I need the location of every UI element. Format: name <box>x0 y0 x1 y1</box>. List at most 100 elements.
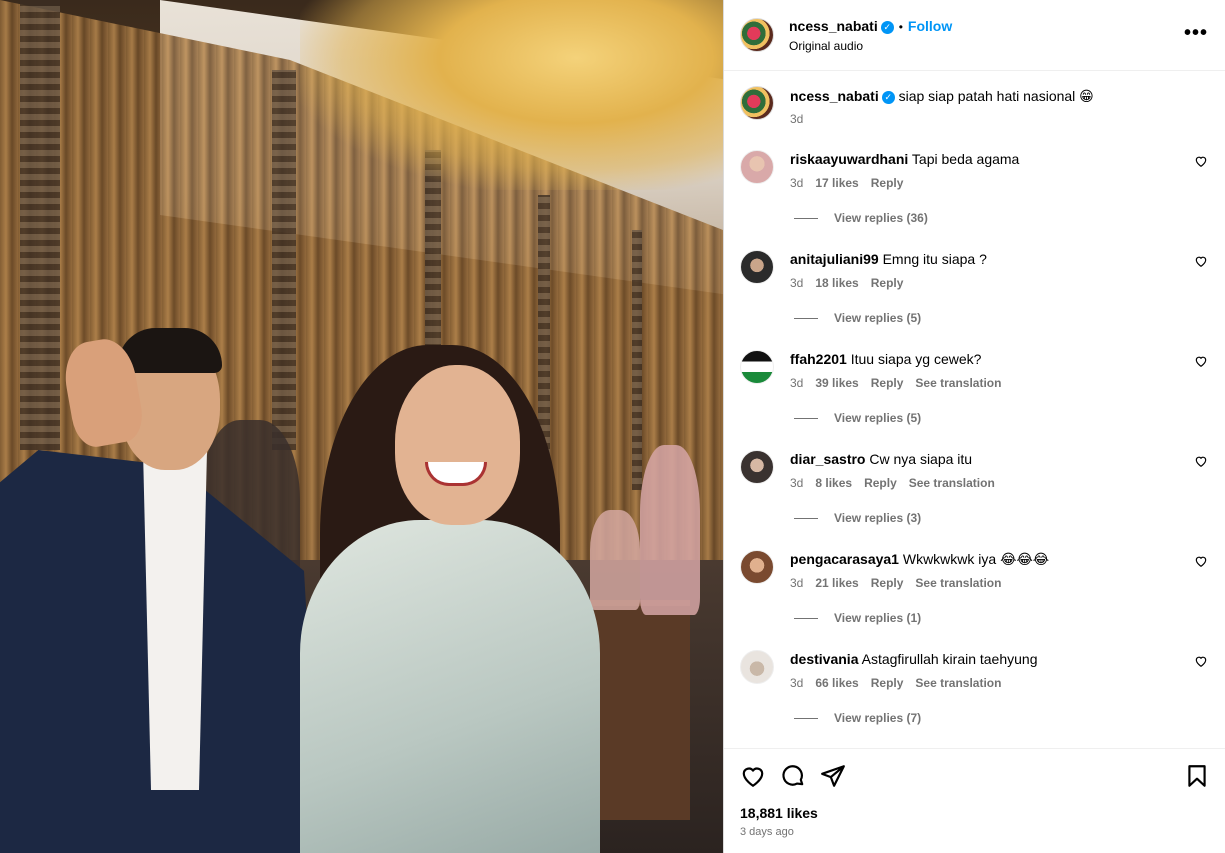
comment-meta: 3d 17 likes Reply <box>790 176 915 190</box>
comment-time[interactable]: 3d <box>790 376 803 390</box>
commenter-avatar[interactable] <box>740 250 774 284</box>
comment: riskaayuwardhani Tapi beda agama 3d 17 li… <box>724 150 1225 250</box>
likes-count[interactable]: 18,881 likes <box>740 805 818 821</box>
lattice-panel <box>20 0 60 450</box>
comment-text: Astagfirullah kirain taehyung <box>861 651 1038 667</box>
commenter-avatar[interactable] <box>740 450 774 484</box>
post-caption: ncess_nabati ✓ siap siap patah hati nasio… <box>790 88 1210 126</box>
caption-text: siap siap patah hati nasional 😁 <box>898 88 1094 104</box>
commenter-username[interactable]: riskaayuwardhani <box>790 151 908 167</box>
view-replies-button[interactable]: View replies (3) <box>794 511 921 525</box>
replies-line <box>794 218 818 220</box>
comment-likes[interactable]: 66 likes <box>815 676 858 690</box>
like-heart-icon[interactable] <box>740 763 766 789</box>
view-replies-button[interactable]: View replies (5) <box>794 311 921 325</box>
view-replies-button[interactable]: View replies (7) <box>794 711 921 725</box>
caption-username[interactable]: ncess_nabati <box>790 88 879 104</box>
replies-line <box>794 318 818 320</box>
post-header: ncess_nabati ✓ • Follow Original audio ••• <box>724 0 1225 71</box>
comment-time[interactable]: 3d <box>790 576 803 590</box>
like-comment-heart-icon[interactable] <box>1194 154 1208 168</box>
comment-meta: 3d 8 likes Reply See translation <box>790 476 1007 490</box>
background-guest <box>590 510 640 610</box>
comment-text: Cw nya siapa itu <box>869 451 973 467</box>
see-translation-button[interactable]: See translation <box>915 676 1001 690</box>
comment-likes[interactable]: 8 likes <box>815 476 852 490</box>
follow-button[interactable]: Follow <box>908 18 952 34</box>
post-sidebar: ncess_nabati ✓ • Follow Original audio ••• … <box>723 0 1225 853</box>
comment-body: ffah2201 Ituu siapa yg cewek? <box>790 351 1190 367</box>
view-replies-label: View replies (36) <box>834 211 928 225</box>
comment-likes[interactable]: 21 likes <box>815 576 858 590</box>
reply-button[interactable]: Reply <box>871 376 904 390</box>
author-avatar[interactable] <box>740 18 774 52</box>
like-comment-heart-icon[interactable] <box>1194 254 1208 268</box>
comment-meta: 3d 39 likes Reply See translation <box>790 376 1013 390</box>
caption-time[interactable]: 3d <box>790 112 803 126</box>
comment-text: Ituu siapa yg cewek? <box>850 351 982 367</box>
comment-likes[interactable]: 18 likes <box>815 276 858 290</box>
author-username[interactable]: ncess_nabati <box>789 18 878 34</box>
comment-bubble-icon[interactable] <box>780 763 806 789</box>
comment-likes[interactable]: 39 likes <box>815 376 858 390</box>
see-translation-button[interactable]: See translation <box>915 576 1001 590</box>
like-comment-heart-icon[interactable] <box>1194 354 1208 368</box>
chandelier <box>300 0 723 190</box>
reply-button[interactable]: Reply <box>864 476 897 490</box>
commenter-username[interactable]: pengacarasaya1 <box>790 551 899 567</box>
comment-body: destivania Astagfirullah kirain taehyung <box>790 651 1190 667</box>
see-translation-button[interactable]: See translation <box>915 376 1001 390</box>
reply-button[interactable]: Reply <box>871 276 904 290</box>
comment-time[interactable]: 3d <box>790 176 803 190</box>
more-options-icon[interactable]: ••• <box>1184 22 1208 45</box>
post-video[interactable] <box>0 0 723 853</box>
lattice-panel <box>632 230 642 490</box>
see-translation-button[interactable]: See translation <box>909 476 995 490</box>
commenter-avatar[interactable] <box>740 350 774 384</box>
reply-button[interactable]: Reply <box>871 176 904 190</box>
caption-avatar[interactable] <box>740 86 774 120</box>
commenter-avatar[interactable] <box>740 150 774 184</box>
comment-text: Tapi beda agama <box>911 151 1020 167</box>
comment-text: Wkwkwkwk iya 😂😂😂 <box>902 551 1050 567</box>
comment-meta: 3d 66 likes Reply See translation <box>790 676 1013 690</box>
save-bookmark-icon[interactable] <box>1184 763 1210 789</box>
comment-body: riskaayuwardhani Tapi beda agama <box>790 151 1190 167</box>
comment-body: diar_sastro Cw nya siapa itu <box>790 451 1190 467</box>
commenter-username[interactable]: destivania <box>790 651 858 667</box>
action-bar: 18,881 likes 3 days ago <box>724 748 1225 853</box>
audio-label[interactable]: Original audio <box>789 39 863 53</box>
view-replies-button[interactable]: View replies (1) <box>794 611 921 625</box>
lattice-panel <box>272 70 296 450</box>
view-replies-button[interactable]: View replies (5) <box>794 411 921 425</box>
comment-likes[interactable]: 17 likes <box>815 176 858 190</box>
comment-time[interactable]: 3d <box>790 276 803 290</box>
comment-time[interactable]: 3d <box>790 676 803 690</box>
comment: ffah2201 Ituu siapa yg cewek? 3d 39 likes… <box>724 350 1225 450</box>
like-comment-heart-icon[interactable] <box>1194 454 1208 468</box>
share-paper-plane-icon[interactable] <box>820 763 846 789</box>
replies-line <box>794 718 818 720</box>
like-comment-heart-icon[interactable] <box>1194 654 1208 668</box>
woman-face <box>395 365 520 525</box>
commenter-username[interactable]: ffah2201 <box>790 351 847 367</box>
comment-text: Emng itu siapa ? <box>882 251 987 267</box>
replies-line <box>794 618 818 620</box>
comment-time[interactable]: 3d <box>790 476 803 490</box>
verified-badge-icon: ✓ <box>880 21 894 34</box>
commenter-username[interactable]: diar_sastro <box>790 451 865 467</box>
commenter-avatar[interactable] <box>740 650 774 684</box>
reply-button[interactable]: Reply <box>871 676 904 690</box>
replies-line <box>794 518 818 520</box>
comment: anitajuliani99 Emng itu siapa ? 3d 18 lik… <box>724 250 1225 350</box>
posted-time[interactable]: 3 days ago <box>740 826 794 838</box>
comment: destivania Astagfirullah kirain taehyung… <box>724 650 1225 750</box>
commenter-username[interactable]: anitajuliani99 <box>790 251 879 267</box>
like-comment-heart-icon[interactable] <box>1194 554 1208 568</box>
man-hair <box>118 328 222 373</box>
reply-button[interactable]: Reply <box>871 576 904 590</box>
comment-meta: 3d 21 likes Reply See translation <box>790 576 1013 590</box>
view-replies-button[interactable]: View replies (36) <box>794 211 928 225</box>
commenter-avatar[interactable] <box>740 550 774 584</box>
view-replies-label: View replies (7) <box>834 711 922 725</box>
